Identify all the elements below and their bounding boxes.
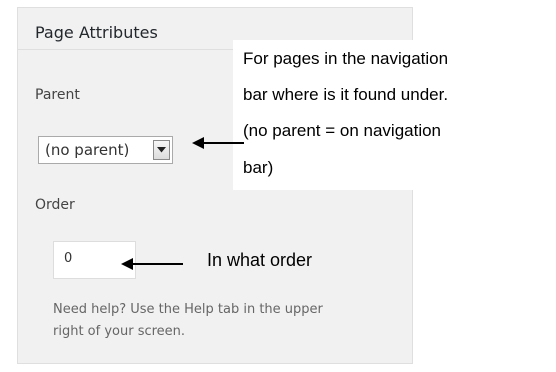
parent-select[interactable]: (no parent) bbox=[38, 136, 173, 164]
parent-select-value: (no parent) bbox=[45, 141, 130, 159]
annotation-parent-line-1: For pages in the navigation bbox=[243, 49, 449, 68]
screenshot-stage: Page Attributes Parent (no parent) Order… bbox=[0, 0, 556, 372]
help-text: Need help? Use the Help tab in the upper… bbox=[53, 299, 393, 343]
panel-title: Page Attributes bbox=[35, 23, 158, 42]
annotation-parent-line-2: bar where is it found under. bbox=[243, 85, 449, 104]
chevron-down-icon[interactable] bbox=[153, 140, 170, 160]
annotation-parent-line-4: bar) bbox=[243, 158, 274, 177]
arrow-left-icon bbox=[121, 258, 183, 270]
order-input-value: 0 bbox=[64, 251, 73, 266]
help-text-line-1: Need help? Use the Help tab in the upper bbox=[53, 302, 323, 317]
annotation-order-note: In what order bbox=[207, 250, 313, 270]
arrow-left-icon bbox=[192, 137, 244, 149]
annotation-parent-line-3: (no parent = on navigation bbox=[243, 121, 442, 140]
parent-label: Parent bbox=[35, 87, 80, 103]
help-text-line-2: right of your screen. bbox=[53, 324, 186, 339]
order-label: Order bbox=[35, 197, 75, 213]
